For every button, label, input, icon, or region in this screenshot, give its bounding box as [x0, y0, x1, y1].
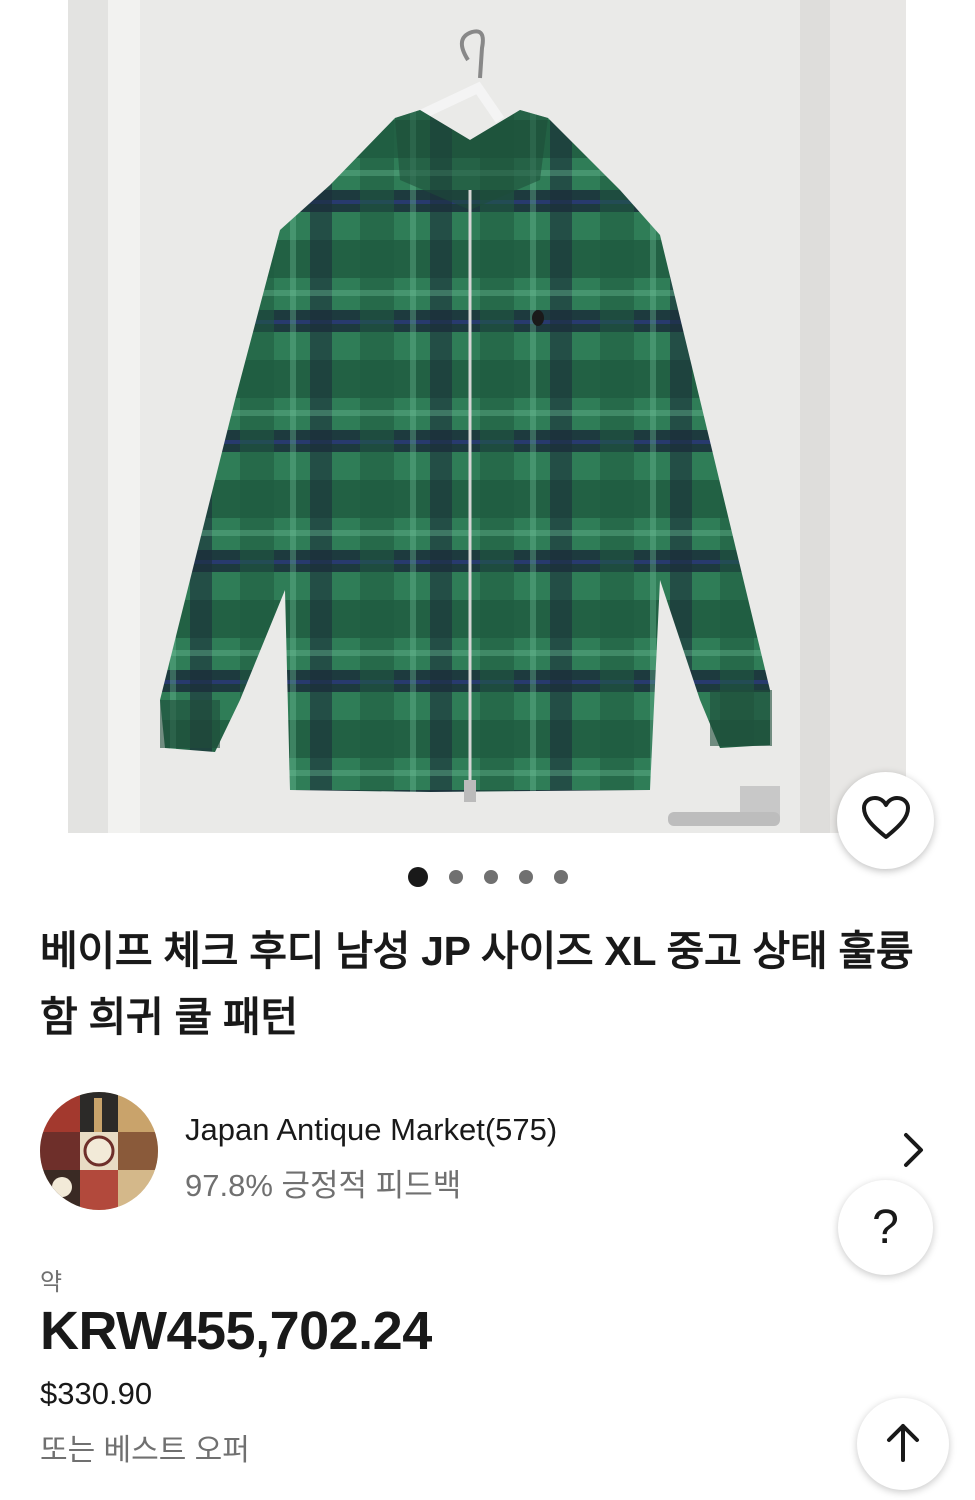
pagination-dot-2[interactable]	[448, 870, 463, 884]
heart-icon	[861, 795, 911, 846]
approx-label: 약	[40, 1269, 63, 1296]
image-pagination	[0, 867, 975, 887]
pagination-dot-5[interactable]	[553, 870, 568, 884]
pagination-dot-4[interactable]	[518, 870, 533, 884]
seller-card[interactable]: Japan Antique Market(575) 97.8% 긍정적 피드백	[40, 1092, 940, 1212]
seller-feedback: 97.8% 긍정적 피드백	[185, 1168, 462, 1203]
seller-name: Japan Antique Market(575)	[185, 1112, 558, 1147]
seller-avatar	[40, 1092, 158, 1210]
question-icon: ?	[872, 1201, 899, 1254]
product-image[interactable]	[0, 0, 975, 833]
chevron-right-icon	[902, 1132, 926, 1173]
best-offer-label: 또는 베스트 오퍼	[40, 1434, 250, 1467]
arrow-up-icon	[886, 1422, 920, 1467]
product-title: 베이프 체크 후디 남성 JP 사이즈 XL 중고 상태 훌륭함 희귀 쿨 패턴	[40, 928, 914, 1040]
help-button[interactable]: ?	[838, 1180, 933, 1275]
price-usd: $330.90	[40, 1376, 153, 1411]
pagination-dot-1[interactable]	[407, 867, 428, 887]
back-to-top-button[interactable]	[857, 1398, 949, 1490]
price-krw: KRW455,702.24	[40, 1301, 432, 1361]
jacket-photo	[0, 0, 975, 833]
favorite-button[interactable]	[837, 772, 934, 869]
pagination-dot-3[interactable]	[483, 870, 498, 884]
